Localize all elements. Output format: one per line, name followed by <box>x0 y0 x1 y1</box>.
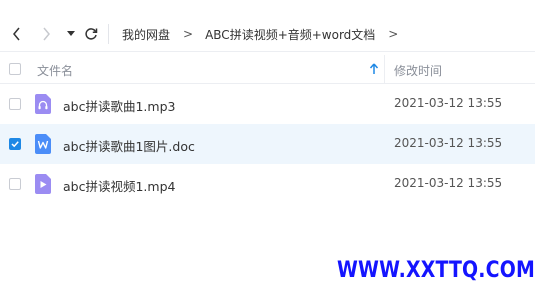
file-modified-time: 2021-03-12 13:55 <box>394 176 503 190</box>
audio-file-icon <box>35 94 51 114</box>
file-list-header: 文件名 修改时间 <box>0 55 535 84</box>
file-name: abc拼读视频1.mp4 <box>63 179 176 194</box>
word-file-icon <box>35 134 51 154</box>
file-row[interactable]: abc拼读视频1.mp4 2021-03-12 13:55 <box>0 164 535 204</box>
video-file-icon <box>35 174 51 194</box>
file-modified-time: 2021-03-12 13:55 <box>394 96 503 110</box>
file-name: abc拼读歌曲1.mp3 <box>63 99 176 114</box>
breadcrumb-item-folder[interactable]: ABC拼读视频+音频+word文档 <box>205 26 375 43</box>
column-divider[interactable] <box>384 55 385 83</box>
file-name: abc拼读歌曲1图片.doc <box>63 139 195 154</box>
history-dropdown-button[interactable] <box>61 24 81 44</box>
file-modified-time: 2021-03-12 13:55 <box>394 136 503 150</box>
watermark-text: WWW.XXTTQ.COM <box>337 258 535 283</box>
file-row-selected[interactable]: abc拼读歌曲1图片.doc 2021-03-12 13:55 <box>0 124 535 164</box>
chevron-left-icon <box>13 27 20 41</box>
refresh-icon <box>85 28 98 40</box>
toolbar-divider <box>108 24 109 44</box>
chevron-right-icon <box>43 27 50 41</box>
row-checkbox[interactable] <box>9 178 21 190</box>
breadcrumb-item-root[interactable]: 我的网盘 <box>122 26 170 43</box>
row-checkbox[interactable] <box>9 98 21 110</box>
breadcrumb: 我的网盘 > ABC拼读视频+音频+word文档 > <box>122 24 410 44</box>
select-all-checkbox[interactable] <box>9 63 21 75</box>
caret-down-icon <box>67 31 75 36</box>
column-header-modified[interactable]: 修改时间 <box>394 62 442 79</box>
checkmark-icon <box>11 141 19 148</box>
row-checkbox-checked[interactable] <box>9 138 21 150</box>
breadcrumb-separator: > <box>183 27 194 41</box>
refresh-button[interactable] <box>81 24 101 44</box>
navigation-toolbar: 我的网盘 > ABC拼读视频+音频+word文档 > <box>0 0 535 52</box>
back-button[interactable] <box>7 24 27 44</box>
file-row[interactable]: abc拼读歌曲1.mp3 2021-03-12 13:55 <box>0 84 535 124</box>
forward-button[interactable] <box>36 24 56 44</box>
sort-ascending-icon[interactable] <box>369 63 379 75</box>
breadcrumb-separator[interactable]: > <box>388 27 398 41</box>
column-header-name[interactable]: 文件名 <box>37 62 73 79</box>
